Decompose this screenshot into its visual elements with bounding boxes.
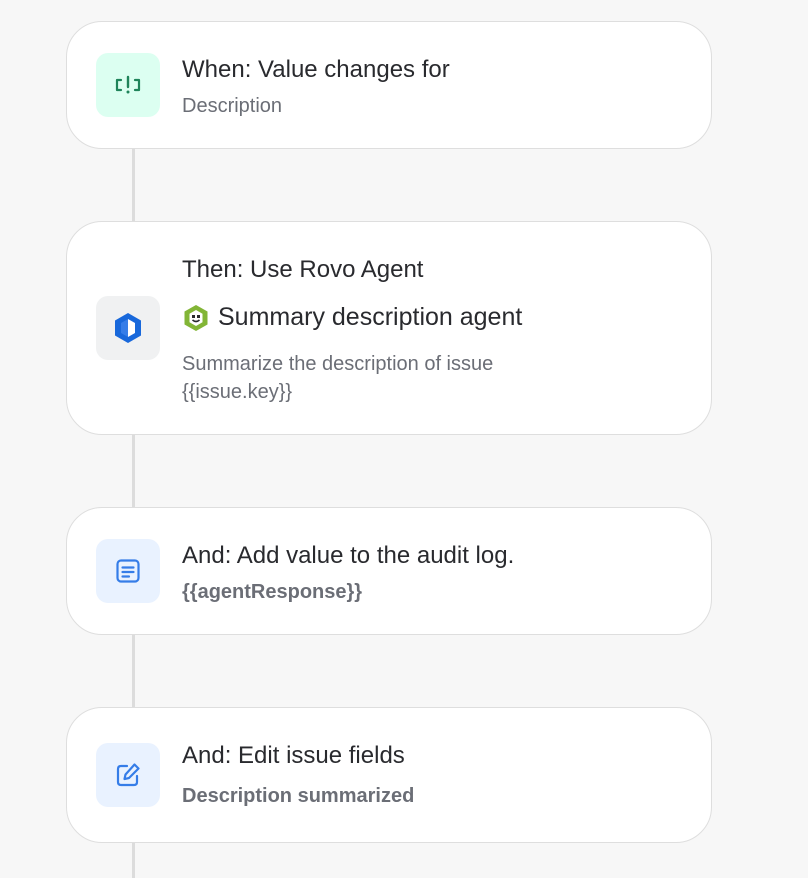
agent-name: Summary description agent — [218, 303, 523, 331]
rovo-agent-title: Then: Use Rovo Agent — [182, 256, 424, 283]
trigger-icon-box — [96, 53, 160, 117]
audit-log-card[interactable]: And: Add value to the audit log. {{agent… — [66, 507, 712, 635]
edit-issue-card[interactable]: And: Edit issue fields Description summa… — [66, 707, 712, 843]
connector-line — [132, 633, 135, 709]
trigger-title: When: Value changes for — [182, 56, 450, 83]
agent-prompt-line: Summarize the description of issue — [182, 353, 494, 375]
trigger-card[interactable]: When: Value changes for Description — [66, 21, 712, 149]
connector-line — [132, 148, 135, 223]
audit-log-icon — [116, 559, 140, 583]
edit-icon-box — [96, 743, 160, 807]
audit-log-icon-box — [96, 539, 160, 603]
rovo-agent-card[interactable]: Then: Use Rovo Agent Summary description… — [66, 221, 712, 435]
agent-prompt: Summarize the description of issue {{iss… — [182, 350, 602, 406]
edit-icon — [116, 763, 140, 787]
agent-selector[interactable]: Summary description agent — [182, 303, 522, 332]
agent-avatar-icon — [184, 304, 208, 331]
audit-log-subtitle: {{agentResponse}} — [182, 581, 363, 603]
connector-line — [132, 841, 135, 878]
connector-line — [132, 433, 135, 509]
trigger-subtitle: Description — [182, 95, 283, 117]
agent-prompt-line: {{issue.key}} — [182, 381, 293, 403]
edit-issue-subtitle: Description summarized — [182, 785, 415, 807]
rovo-icon — [115, 313, 141, 343]
edit-issue-title: And: Edit issue fields — [182, 742, 405, 769]
rovo-icon-box — [96, 296, 160, 360]
value-change-icon — [115, 75, 141, 94]
automation-rule-canvas: When: Value changes for Description Then… — [0, 0, 808, 878]
audit-log-title: And: Add value to the audit log. — [182, 542, 515, 569]
